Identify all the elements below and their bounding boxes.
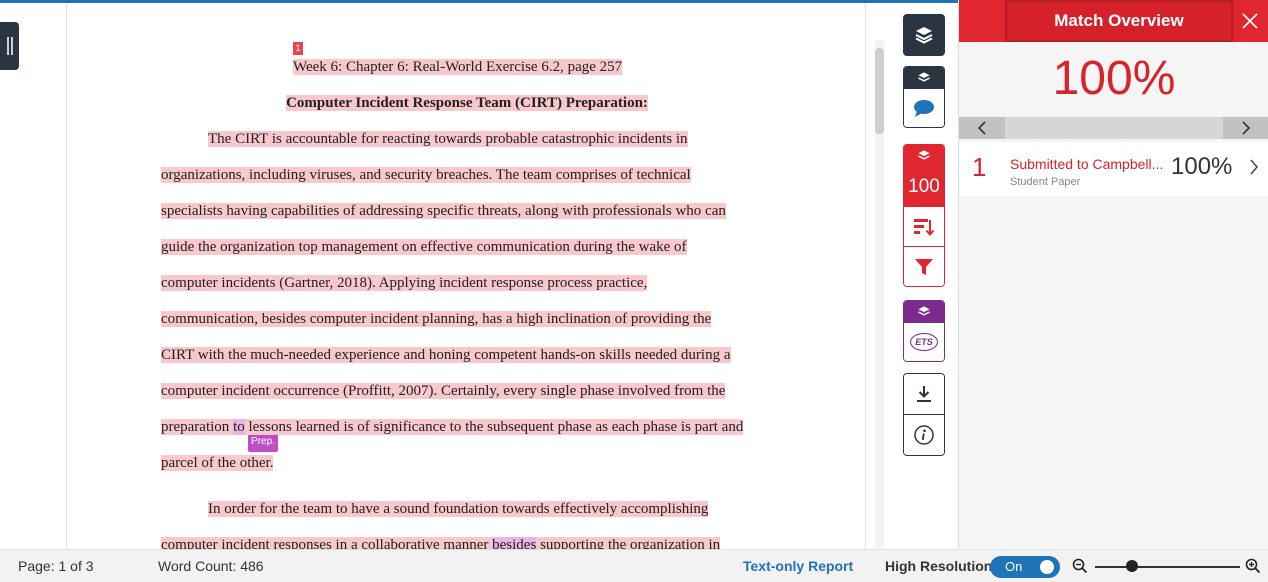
match-marker[interactable]: 1: [293, 42, 303, 55]
zoom-out-icon[interactable]: [1072, 558, 1088, 574]
grip-icon: [6, 37, 9, 55]
utility-group: [903, 373, 945, 456]
match-overview-panel: Match Overview 100% 1 Submitted to Campb…: [958, 0, 1268, 548]
ets-label: ETS: [915, 337, 933, 347]
document-line: guide the organization top management on…: [161, 237, 687, 257]
overall-similarity: 100%: [1052, 52, 1176, 105]
zoom-in-icon[interactable]: [1245, 558, 1261, 574]
source-name[interactable]: Submitted to Campbell...: [1010, 156, 1165, 172]
match-highlight[interactable]: computer incidents (Gartner, 2018). Appl…: [161, 275, 648, 291]
document-line: Week 6: Chapter 6: Real-World Exercise 6…: [293, 57, 623, 77]
similarity-layer-header: [904, 145, 944, 167]
layers-icon: [915, 27, 933, 44]
previous-button[interactable]: [959, 117, 1005, 139]
toggle-state: On: [1005, 559, 1023, 574]
match-highlight[interactable]: communication, besides computer incident…: [161, 311, 712, 327]
next-button[interactable]: [1223, 117, 1268, 139]
match-highlight[interactable]: specialists having capabilities of addre…: [161, 203, 726, 219]
match-count[interactable]: 100: [904, 167, 944, 207]
grammar-highlight[interactable]: to: [233, 419, 245, 435]
download-icon: [917, 386, 931, 402]
chevron-right-icon[interactable]: [1249, 158, 1259, 176]
match-highlight[interactable]: computer incident responses in a collabo…: [161, 537, 493, 549]
speech-bubble-icon: [914, 100, 934, 117]
chevron-left-icon: [977, 121, 986, 135]
info-button[interactable]: [904, 415, 944, 455]
match-highlight[interactable]: guide the organization top management on…: [161, 239, 687, 255]
source-percent: 100%: [1171, 153, 1233, 180]
grammar-highlight[interactable]: besides: [492, 537, 537, 549]
layers-icon: [918, 306, 930, 316]
zoom-slider-track[interactable]: [1095, 566, 1240, 568]
source-item[interactable]: 1 Submitted to Campbell... Student Paper…: [959, 142, 1268, 196]
document-line: computer incident responses in a collabo…: [161, 535, 721, 549]
comments-button[interactable]: [904, 89, 944, 127]
source-type: Student Paper: [1010, 176, 1081, 188]
document-line: organizations, including viruses, and se…: [161, 165, 691, 185]
document-line: Computer Incident Response Team (CIRT) P…: [67, 93, 865, 113]
download-button[interactable]: [904, 374, 944, 415]
layers-button[interactable]: [903, 14, 945, 56]
filter-icon: [915, 258, 933, 275]
ets-layer-header: [904, 301, 944, 323]
document-line: In order for the team to have a sound fo…: [208, 499, 709, 519]
match-highlight[interactable]: preparation: [161, 419, 234, 435]
match-highlight[interactable]: In order for the team to have a sound fo…: [208, 501, 709, 517]
sort-matches-button[interactable]: [904, 207, 944, 247]
layers-icon: [918, 72, 930, 82]
match-highlight[interactable]: The CIRT is accountable for reacting tow…: [208, 131, 688, 147]
source-rank: 1: [972, 152, 987, 182]
document-line: CIRT with the much-needed experience and…: [161, 345, 731, 365]
page-indicator: Page: 1 of 3: [18, 558, 94, 574]
match-highlight[interactable]: organizations, including viruses, and se…: [161, 167, 691, 183]
ets-group[interactable]: ETS: [903, 300, 945, 362]
high-resolution-label: High Resolution: [885, 558, 993, 574]
ets-icon: ETS: [910, 333, 938, 351]
match-highlight[interactable]: supporting the organization in: [536, 537, 721, 549]
ets-button[interactable]: ETS: [904, 323, 944, 361]
panel-title[interactable]: Match Overview: [1005, 0, 1233, 42]
scrollbar-thumb[interactable]: [875, 48, 884, 134]
status-bar: Page: 1 of 3 Word Count: 486 Text-only R…: [0, 549, 1268, 582]
toggle-knob: [1040, 560, 1054, 574]
grip-icon-bar: [10, 37, 13, 55]
similarity-group[interactable]: 100: [903, 144, 945, 287]
close-icon[interactable]: [1241, 12, 1259, 30]
match-highlight[interactable]: computer incident occurrence (Proffitt, …: [161, 383, 726, 399]
match-highlight[interactable]: Computer Incident Response Team (CIRT) P…: [286, 95, 648, 111]
document-line: computer incident occurrence (Proffitt, …: [161, 381, 726, 401]
match-highlight[interactable]: CIRT with the much-needed experience and…: [161, 347, 731, 363]
filter-button[interactable]: [904, 247, 944, 286]
high-resolution-toggle[interactable]: On: [990, 556, 1060, 578]
match-highlight[interactable]: lessons learned is of significance to th…: [244, 419, 744, 435]
match-highlight[interactable]: parcel of the other.: [161, 455, 274, 471]
document-line: parcel of the other.: [161, 453, 274, 473]
document-line: preparation to lessons learned is of sig…: [161, 417, 744, 437]
comments-layer-header: [904, 67, 944, 89]
sort-icon: [914, 218, 935, 236]
source-navigation: [959, 117, 1268, 139]
info-icon: [914, 425, 934, 445]
layers-icon: [918, 150, 930, 160]
document-line: specialists having capabilities of addre…: [161, 201, 726, 221]
text-only-report-link[interactable]: Text-only Report: [743, 558, 853, 574]
document-viewer[interactable]: 1 Prep. Week 6: Chapter 6: Real-World Ex…: [66, 3, 866, 549]
document-line: communication, besides computer incident…: [161, 309, 712, 329]
comments-group[interactable]: [903, 66, 945, 128]
sidebar-toggle[interactable]: [0, 22, 19, 70]
document-line: computer incidents (Gartner, 2018). Appl…: [161, 273, 648, 293]
chevron-right-icon: [1242, 121, 1251, 135]
zoom-slider-handle[interactable]: [1126, 560, 1138, 572]
match-highlight[interactable]: Week 6: Chapter 6: Real-World Exercise 6…: [293, 59, 623, 75]
word-count: Word Count: 486: [158, 558, 264, 574]
document-line: The CIRT is accountable for reacting tow…: [208, 129, 688, 149]
